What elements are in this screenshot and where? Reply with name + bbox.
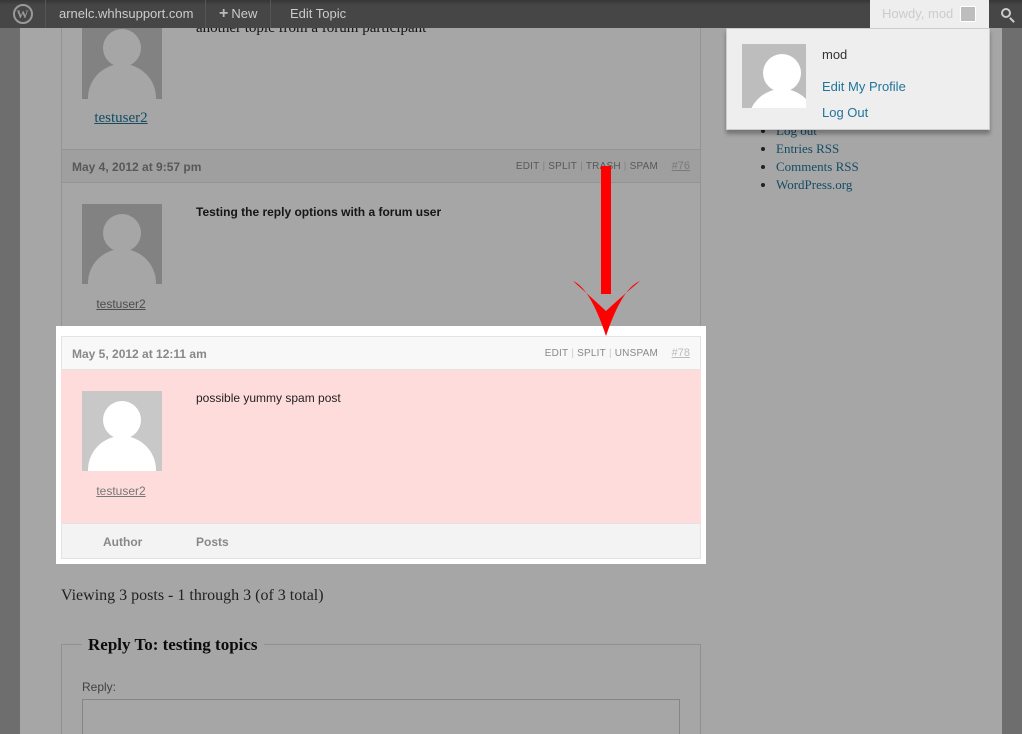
plus-icon: + [219,5,229,22]
reply-text: Testing the reply options with a forum u… [196,205,442,219]
spam-reply-text: possible yummy spam post [196,391,341,405]
spam-reply-author-link[interactable]: testuser2 [61,484,181,498]
reply-form-title: Reply To: testing topics [82,635,264,655]
profile-avatar [742,44,806,108]
highlighted-spam-reply: May 5, 2012 at 12:11 am EDIT | SPLIT | UNSPA… [56,326,706,564]
wordpress-logo-icon[interactable]: W [0,0,46,28]
site-name-link[interactable]: arnelc.whhsupport.com [47,0,207,28]
spam-reply-header: May 5, 2012 at 12:11 am EDIT | SPLIT | UNSPA… [61,336,701,370]
reply-permalink[interactable]: #76 [672,160,690,172]
spam-reply-permalink[interactable]: #78 [672,347,690,359]
account-dropdown: mod Edit My Profile Log Out [726,28,990,130]
first-post-author-link[interactable]: testuser2 [61,110,181,127]
spam-reply-date: May 5, 2012 at 12:11 am [72,347,207,361]
spam-reply-admin-links: EDIT | SPLIT | UNSPAM [544,348,658,359]
spam-reply-body: testuser2 possible yummy spam post [61,370,701,523]
reply-date: May 4, 2012 at 9:57 pm [72,160,202,174]
entries-rss-link[interactable]: Entries RSS [776,140,859,158]
howdy-label: Howdy, mod [882,6,954,21]
author-column-header: Author [103,535,143,549]
pagination-count: Viewing 3 posts - 1 through 3 (of 3 tota… [61,587,324,604]
red-arrow-annotation [573,166,640,336]
sidebar-meta-links: Log out Entries RSS Comments RSS WordPre… [776,122,859,194]
reply-author-link[interactable]: testuser2 [61,297,181,311]
edit-profile-link[interactable]: Edit My Profile [822,79,906,94]
posts-column-header: Posts [196,535,229,549]
comments-rss-link[interactable]: Comments RSS [776,158,859,176]
log-out-link[interactable]: Log Out [822,105,868,120]
spam-reply-avatar [82,391,162,471]
unspam-link[interactable]: UNSPAM [615,348,658,359]
edit-link[interactable]: EDIT [516,161,540,172]
edit-link[interactable]: EDIT [545,348,569,359]
new-content-button[interactable]: + New [206,0,272,28]
new-label: New [231,6,258,21]
reply-avatar [82,204,162,284]
reply-form: Reply To: testing topics Reply: [61,635,701,734]
first-post-avatar [82,19,162,99]
search-icon[interactable] [990,0,1022,28]
user-avatar-icon [960,6,976,22]
replies-table-footer: Author Posts [61,523,701,559]
my-account-menu[interactable]: Howdy, mod [870,0,989,28]
dropdown-username: mod [822,47,848,62]
admin-bar: W arnelc.whhsupport.com + New Edit Topic … [0,0,1022,28]
edit-topic-link[interactable]: Edit Topic [277,0,359,28]
reply-label: Reply: [82,680,117,694]
reply-textarea[interactable] [82,699,680,734]
split-link[interactable]: SPLIT [577,348,606,359]
wordpress-org-link[interactable]: WordPress.org [776,176,859,194]
